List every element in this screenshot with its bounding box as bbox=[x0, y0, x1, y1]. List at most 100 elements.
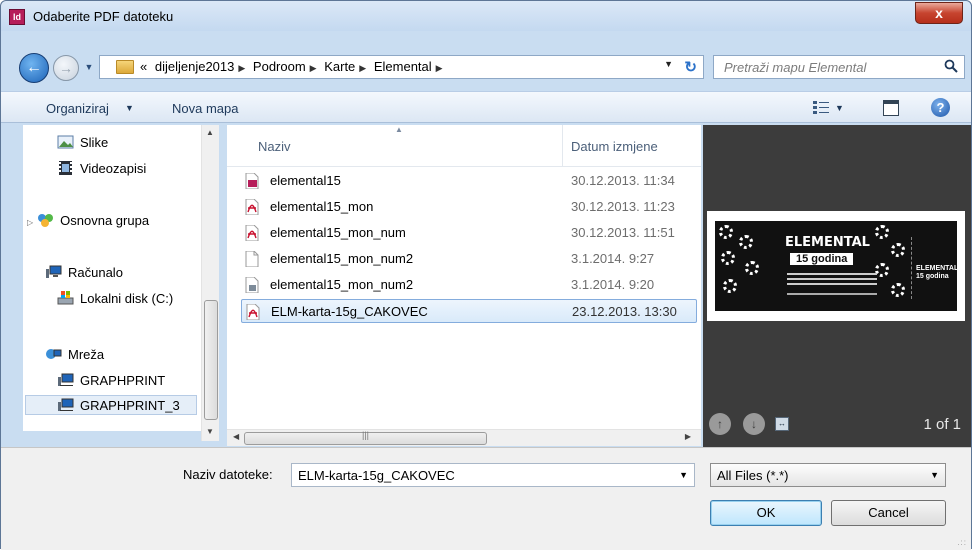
pdf-file-icon bbox=[245, 225, 259, 241]
title-bar[interactable]: Id Odaberite PDF datoteku x bbox=[1, 1, 971, 31]
file-dialog-window: Id Odaberite PDF datoteku x ← → ▼ « dije… bbox=[0, 0, 972, 550]
network-computer-icon bbox=[58, 398, 74, 411]
new-folder-button[interactable]: Nova mapa bbox=[172, 101, 238, 116]
scroll-left-icon[interactable]: ◀ bbox=[233, 432, 239, 441]
organize-button[interactable]: Organiziraj bbox=[46, 101, 109, 116]
breadcrumb-item[interactable]: Karte bbox=[324, 59, 355, 74]
column-header-row: Naziv ▲ Datum izmjene bbox=[227, 125, 701, 167]
file-name: elemental15 bbox=[270, 173, 341, 188]
next-page-icon[interactable]: ↓ bbox=[743, 413, 765, 435]
chevron-right-icon[interactable]: ▶ bbox=[238, 63, 245, 73]
generic-file-icon bbox=[245, 251, 259, 267]
file-name: elemental15_mon_num bbox=[270, 225, 406, 240]
previous-page-icon[interactable]: ↑ bbox=[709, 413, 731, 435]
horizontal-scrollbar[interactable]: ◀ ||| ▶ bbox=[227, 429, 701, 446]
close-button[interactable]: x bbox=[915, 2, 963, 24]
nav-item-graphprint-3[interactable]: GRAPHPRINT_3 bbox=[25, 395, 197, 415]
file-date: 30.12.2013. 11:23 bbox=[571, 199, 675, 214]
pdf-file-icon bbox=[245, 199, 259, 215]
chevron-right-icon[interactable]: ▶ bbox=[359, 63, 366, 73]
file-name: ELM-karta-15g_CAKOVEC bbox=[271, 304, 428, 319]
breadcrumb: « dijeljenje2013 ▶ Podroom ▶ Karte ▶ Elemen… bbox=[140, 59, 447, 74]
scroll-up-icon[interactable]: ▲ bbox=[206, 128, 214, 137]
fit-to-width-icon[interactable]: ↔ bbox=[775, 417, 789, 431]
file-date: 30.12.2013. 11:34 bbox=[571, 173, 675, 188]
homegroup-icon bbox=[38, 214, 54, 227]
indesign-file-icon bbox=[245, 173, 259, 189]
flower-pattern-icon bbox=[745, 261, 759, 275]
search-input[interactable]: Pretraži mapu Elemental bbox=[713, 55, 965, 79]
file-name: elemental15_mon_num2 bbox=[270, 277, 414, 292]
scrollbar-thumb[interactable]: ≡ bbox=[204, 300, 218, 547]
search-icon[interactable] bbox=[944, 59, 958, 73]
command-bar: Organiziraj ▼ Nova mapa ▼ ? bbox=[1, 91, 971, 123]
file-row[interactable]: elemental15_mon_num 30.12.2013. 11:51 bbox=[241, 221, 697, 245]
change-view-icon[interactable] bbox=[813, 100, 829, 114]
address-bar[interactable]: « dijeljenje2013 ▶ Podroom ▶ Karte ▶ Elemen… bbox=[99, 55, 704, 79]
breadcrumb-item[interactable]: dijeljenje2013 bbox=[155, 59, 235, 74]
nav-item-graphprint[interactable]: GRAPHPRINT bbox=[57, 371, 165, 391]
file-row-selected[interactable]: ELM-karta-15g_CAKOVEC 23.12.2013. 13:30 bbox=[241, 299, 697, 323]
column-header-name[interactable]: Naziv bbox=[258, 139, 291, 154]
chevron-down-icon[interactable]: ▼ bbox=[835, 103, 844, 113]
file-row[interactable]: elemental15_mon_num2 3.1.2014. 9:20 bbox=[241, 273, 697, 297]
chevron-down-icon[interactable]: ▼ bbox=[679, 470, 688, 480]
chevron-down-icon[interactable]: ▼ bbox=[930, 470, 939, 480]
nav-item-computer[interactable]: Računalo bbox=[45, 263, 123, 283]
expand-arrow-icon[interactable]: ▷ bbox=[27, 218, 33, 227]
ticket-subtitle: 15 godina bbox=[790, 253, 854, 265]
image-file-icon bbox=[245, 277, 259, 293]
forward-button[interactable]: → bbox=[53, 55, 79, 81]
computer-icon bbox=[46, 265, 62, 278]
filetype-select[interactable]: All Files (*.*) ▼ bbox=[710, 463, 946, 487]
nav-item-homegroup[interactable]: ▷ Osnovna grupa bbox=[27, 211, 149, 231]
filename-field[interactable]: ELM-karta-15g_CAKOVEC ▼ bbox=[291, 463, 695, 487]
nav-item-videos[interactable]: Videozapisi bbox=[57, 159, 146, 179]
column-header-date[interactable]: Datum izmjene bbox=[571, 139, 658, 154]
resize-grip-icon[interactable]: .:: bbox=[957, 538, 967, 547]
file-date: 23.12.2013. 13:30 bbox=[572, 304, 677, 319]
network-icon bbox=[46, 349, 62, 359]
filetype-value: All Files (*.*) bbox=[717, 468, 789, 483]
scroll-right-icon[interactable]: ▶ bbox=[685, 432, 691, 441]
file-date: 30.12.2013. 11:51 bbox=[571, 225, 675, 240]
grip-icon: ||| bbox=[362, 430, 370, 440]
help-icon[interactable]: ? bbox=[931, 98, 950, 117]
column-divider[interactable] bbox=[562, 125, 563, 167]
sort-ascending-icon: ▲ bbox=[395, 125, 403, 134]
nav-item-network[interactable]: Mreža bbox=[45, 345, 104, 365]
nav-item-pictures[interactable]: Slike bbox=[57, 133, 108, 153]
back-button[interactable]: ← bbox=[19, 53, 49, 83]
pictures-icon bbox=[57, 135, 74, 149]
chevron-right-icon[interactable]: ▶ bbox=[310, 63, 317, 73]
file-date: 3.1.2014. 9:27 bbox=[571, 251, 655, 266]
file-row[interactable]: elemental15_mon_num2 3.1.2014. 9:27 bbox=[241, 247, 697, 271]
navigation-pane: Slike Videozapisi ▷ Osnovna grupa Računal… bbox=[23, 125, 219, 431]
flower-pattern-icon bbox=[723, 279, 737, 293]
breadcrumb-overflow[interactable]: « bbox=[140, 59, 147, 74]
breadcrumb-item[interactable]: Podroom bbox=[253, 59, 306, 74]
nav-item-local-disk[interactable]: Lokalni disk (C:) bbox=[57, 289, 173, 309]
file-row[interactable]: elemental15 30.12.2013. 11:34 bbox=[241, 169, 697, 193]
ok-button[interactable]: OK bbox=[710, 500, 822, 526]
ticket-small-text bbox=[787, 273, 877, 275]
breadcrumb-item[interactable]: Elemental bbox=[374, 59, 432, 74]
ticket-artwork: ELEMENTAL 15 godina ELEMENTAL 15 godina bbox=[715, 221, 958, 311]
refresh-icon[interactable]: ↻ bbox=[684, 58, 697, 76]
file-list: Naziv ▲ Datum izmjene elemental15 30.12.… bbox=[227, 125, 701, 429]
chevron-right-icon[interactable]: ▶ bbox=[436, 63, 443, 73]
navigation-scrollbar[interactable]: ▲ ≡ ▼ bbox=[201, 125, 219, 547]
file-name: elemental15_mon_num2 bbox=[270, 251, 414, 266]
chevron-down-icon[interactable]: ▼ bbox=[125, 103, 134, 113]
cancel-button[interactable]: Cancel bbox=[831, 500, 946, 526]
scroll-down-icon[interactable]: ▼ bbox=[206, 427, 214, 436]
pdf-file-icon bbox=[246, 304, 260, 320]
file-row[interactable]: elemental15_mon 30.12.2013. 11:23 bbox=[241, 195, 697, 219]
preview-pane-toggle-icon[interactable] bbox=[883, 100, 899, 116]
search-placeholder: Pretraži mapu Elemental bbox=[724, 60, 867, 75]
address-dropdown-icon[interactable]: ▼ bbox=[664, 59, 673, 69]
scrollbar-thumb[interactable]: ||| bbox=[244, 430, 487, 445]
filename-value: ELM-karta-15g_CAKOVEC bbox=[298, 468, 455, 483]
recent-locations-dropdown[interactable]: ▼ bbox=[82, 57, 96, 77]
flower-pattern-icon bbox=[721, 251, 735, 265]
